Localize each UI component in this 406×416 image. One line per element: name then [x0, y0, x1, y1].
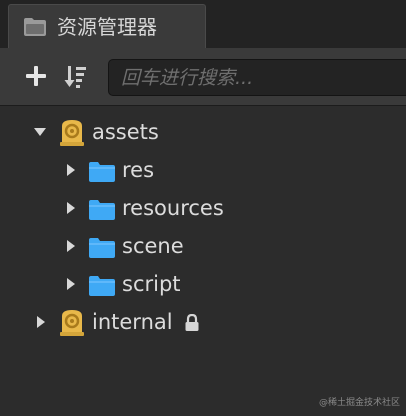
tab-strip: 资源管理器 [0, 0, 406, 48]
tree-item-res[interactable]: res [0, 151, 406, 189]
tree-item-label: scene [122, 234, 184, 258]
add-button[interactable] [22, 62, 50, 90]
search-box [108, 59, 406, 96]
folder-icon [89, 276, 115, 296]
tree-item-label: script [122, 272, 181, 296]
search-input[interactable] [109, 60, 406, 95]
tree-item-script[interactable]: script [0, 265, 406, 303]
tree-item-internal[interactable]: internal [0, 303, 406, 341]
folder-icon [24, 18, 46, 36]
caret-right-icon[interactable] [64, 163, 78, 177]
database-icon [60, 310, 84, 336]
plus-icon [26, 66, 46, 86]
sort-icon [64, 66, 86, 88]
folder-icon [89, 238, 115, 258]
caret-right-icon[interactable] [64, 239, 78, 253]
caret-right-icon[interactable] [64, 277, 78, 291]
caret-right-icon[interactable] [34, 315, 48, 329]
tree-item-resources[interactable]: resources [0, 189, 406, 227]
watermark: @稀土掘金技术社区 [318, 398, 400, 408]
tab-label: 资源管理器 [57, 15, 157, 39]
caret-right-icon[interactable] [64, 201, 78, 215]
lock-icon [185, 314, 199, 331]
tree-item-scene[interactable]: scene [0, 227, 406, 265]
folder-icon [89, 200, 115, 220]
asset-panel: 资源管理器 回车进行搜索... assets res resources sce… [0, 0, 406, 416]
sort-button[interactable] [62, 62, 90, 90]
toolbar [0, 48, 406, 106]
tree-item-assets[interactable]: assets [0, 113, 406, 151]
tree-item-label: internal [92, 310, 173, 334]
tab-asset-manager[interactable]: 资源管理器 [8, 4, 206, 48]
folder-icon [89, 162, 115, 182]
tree-item-label: res [122, 158, 155, 182]
caret-down-icon[interactable] [33, 125, 47, 139]
tree-item-label: assets [92, 120, 159, 144]
database-icon [60, 120, 84, 146]
tree-item-label: resources [122, 196, 224, 220]
